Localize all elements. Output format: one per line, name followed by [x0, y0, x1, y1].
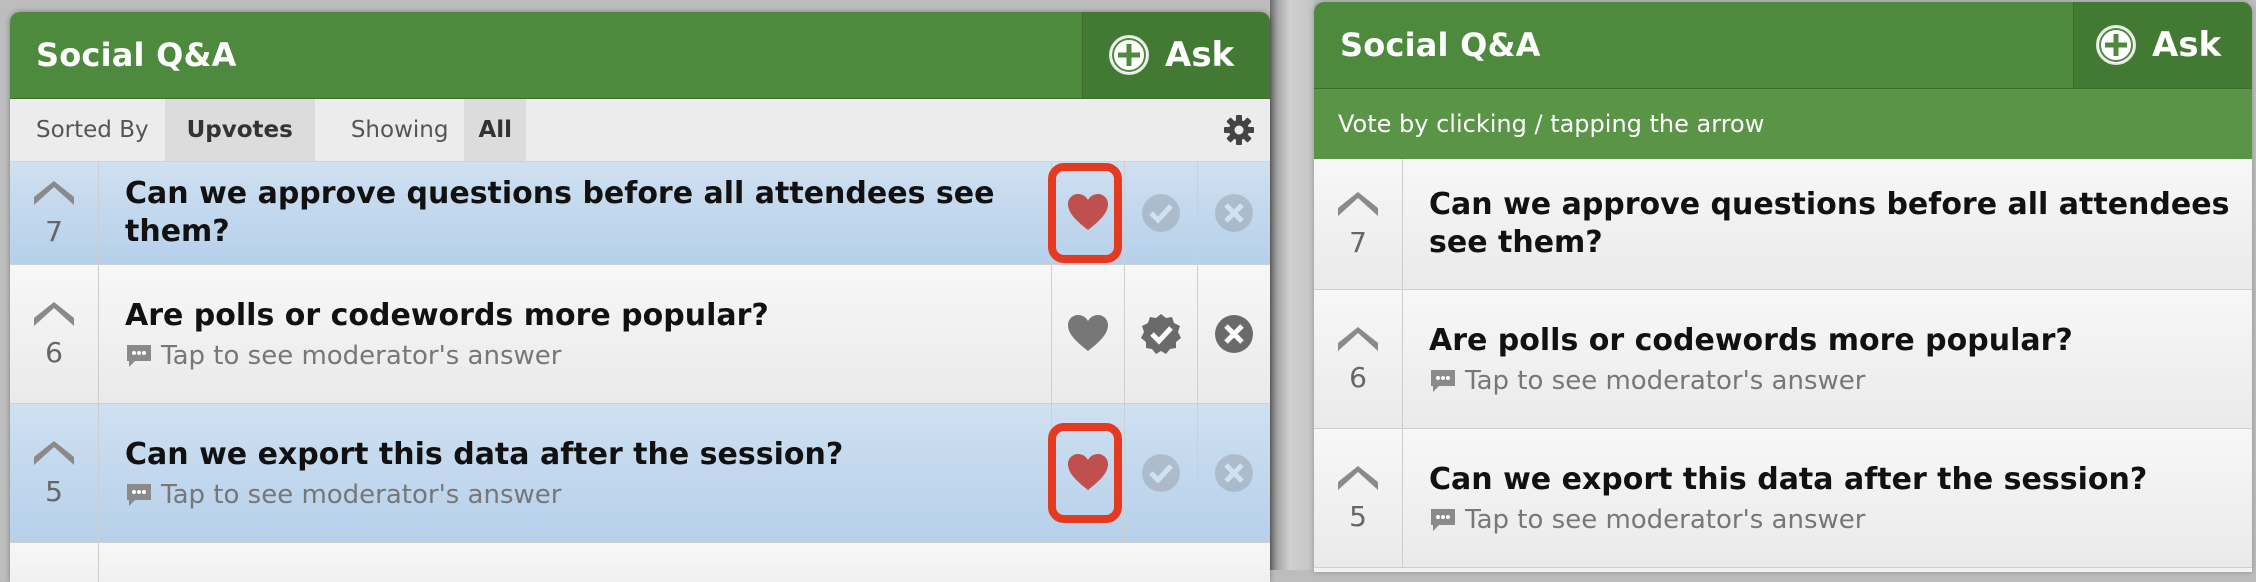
question-row: 7 Can we approve questions before all at… — [10, 162, 1270, 265]
vote-count: 7 — [45, 214, 63, 248]
chat-bubble-icon — [127, 484, 151, 506]
question-text: Can we approve questions before all atte… — [125, 176, 995, 249]
window-gap-shadow — [1270, 0, 1314, 570]
approve-button[interactable] — [1124, 265, 1197, 403]
plus-circle-icon — [1109, 35, 1149, 75]
upvote-button[interactable] — [10, 543, 99, 582]
upvote-button[interactable]: 7 — [10, 162, 99, 264]
question-row: 5 Can we export this data after the sess… — [10, 404, 1270, 543]
close-circle-icon — [1215, 315, 1253, 353]
approve-button[interactable] — [1124, 404, 1197, 542]
moderator-answer-link[interactable]: Tap to see moderator's answer — [1429, 505, 2232, 535]
question-text: Are polls or codewords more popular? — [1429, 323, 2073, 358]
sort-selector[interactable]: Upvotes — [164, 99, 315, 161]
gear-icon[interactable] — [1222, 113, 1256, 147]
delete-button[interactable] — [1197, 265, 1270, 403]
ask-button[interactable]: Ask — [2073, 2, 2252, 88]
like-button[interactable] — [1048, 162, 1124, 264]
answer-hint: Tap to see moderator's answer — [161, 480, 562, 510]
question-row: 5 Can we export this data after the sess… — [1314, 429, 2252, 568]
ask-label: Ask — [1165, 35, 1235, 75]
plus-circle-icon — [2096, 25, 2136, 65]
checkmark-badge-icon — [1142, 194, 1180, 232]
sorted-by-label: Sorted By — [36, 117, 149, 143]
vote-count: 6 — [1349, 360, 1367, 394]
chat-bubble-icon — [127, 345, 151, 367]
showing-label: Showing — [350, 117, 449, 143]
ask-button[interactable]: Ask — [1082, 12, 1270, 98]
upvote-arrow-icon — [34, 440, 74, 465]
question-text: Can we export this data after the sessio… — [1429, 462, 2148, 497]
upvote-button[interactable]: 5 — [1314, 429, 1403, 567]
answer-hint: Tap to see moderator's answer — [1465, 366, 1866, 396]
question-row: 6 Are polls or codewords more popular? T… — [1314, 290, 2252, 429]
vote-count: 6 — [45, 335, 63, 369]
instruction-bar: Vote by clicking / tapping the arrow — [1314, 89, 2252, 159]
upvote-button[interactable]: 5 — [10, 404, 99, 542]
highlight-annotation — [1048, 163, 1122, 263]
upvote-arrow-icon — [34, 180, 74, 205]
moderator-answer-link[interactable]: Tap to see moderator's answer — [125, 341, 1031, 371]
moderator-answer-link[interactable]: Tap to see moderator's answer — [1429, 366, 2232, 396]
question-text: Can we export this data after the sessio… — [125, 437, 844, 472]
moderator-answer-link[interactable]: Tap to see moderator's answer — [125, 480, 1031, 510]
panel-title: Social Q&A — [1340, 26, 1541, 64]
approve-button[interactable] — [1124, 162, 1197, 264]
sort-filter-bar: Sorted By Upvotes Showing All — [10, 99, 1270, 162]
filter-selector[interactable]: All — [464, 99, 527, 161]
upvote-arrow-icon — [1338, 191, 1378, 216]
upvote-arrow-icon — [34, 301, 74, 326]
like-button[interactable] — [1048, 404, 1124, 542]
question-row: 6 Are polls or codewords more popular? T… — [10, 265, 1270, 404]
chat-bubble-icon — [1431, 509, 1455, 531]
answer-hint: Tap to see moderator's answer — [1465, 505, 1866, 535]
like-button[interactable] — [1051, 265, 1124, 403]
panel-title: Social Q&A — [36, 36, 237, 74]
attendee-panel: Social Q&A Ask Vote by clicking / tappin… — [1314, 2, 2252, 572]
heart-icon — [1068, 315, 1108, 351]
question-row-partial — [10, 543, 1270, 582]
upvote-arrow-icon — [1338, 465, 1378, 490]
upvote-button[interactable]: 6 — [1314, 290, 1403, 428]
vote-count: 5 — [45, 474, 63, 508]
vote-count: 5 — [1349, 499, 1367, 533]
upvote-button[interactable]: 6 — [10, 265, 99, 403]
header-bar: Social Q&A Ask — [1314, 2, 2252, 89]
upvote-button[interactable]: 7 — [1314, 159, 1403, 289]
checkmark-badge-icon — [1141, 314, 1181, 354]
vote-instruction: Vote by clicking / tapping the arrow — [1338, 110, 1765, 138]
question-text: Can we approve questions before all atte… — [1429, 187, 2230, 260]
answer-hint: Tap to see moderator's answer — [161, 341, 562, 371]
moderator-panel: Social Q&A Ask Sorted By Upvotes Showing… — [10, 12, 1270, 582]
delete-button[interactable] — [1197, 162, 1270, 264]
question-row: 7 Can we approve questions before all at… — [1314, 159, 2252, 290]
chat-bubble-icon — [1431, 370, 1455, 392]
highlight-annotation — [1048, 423, 1122, 523]
close-circle-icon — [1215, 194, 1253, 232]
upvote-arrow-icon — [1338, 326, 1378, 351]
header-bar: Social Q&A Ask — [10, 12, 1270, 99]
delete-button[interactable] — [1197, 404, 1270, 542]
vote-count: 7 — [1349, 225, 1367, 259]
question-text: Are polls or codewords more popular? — [125, 298, 769, 333]
ask-label: Ask — [2152, 25, 2222, 65]
close-circle-icon — [1215, 454, 1253, 492]
checkmark-badge-icon — [1142, 454, 1180, 492]
